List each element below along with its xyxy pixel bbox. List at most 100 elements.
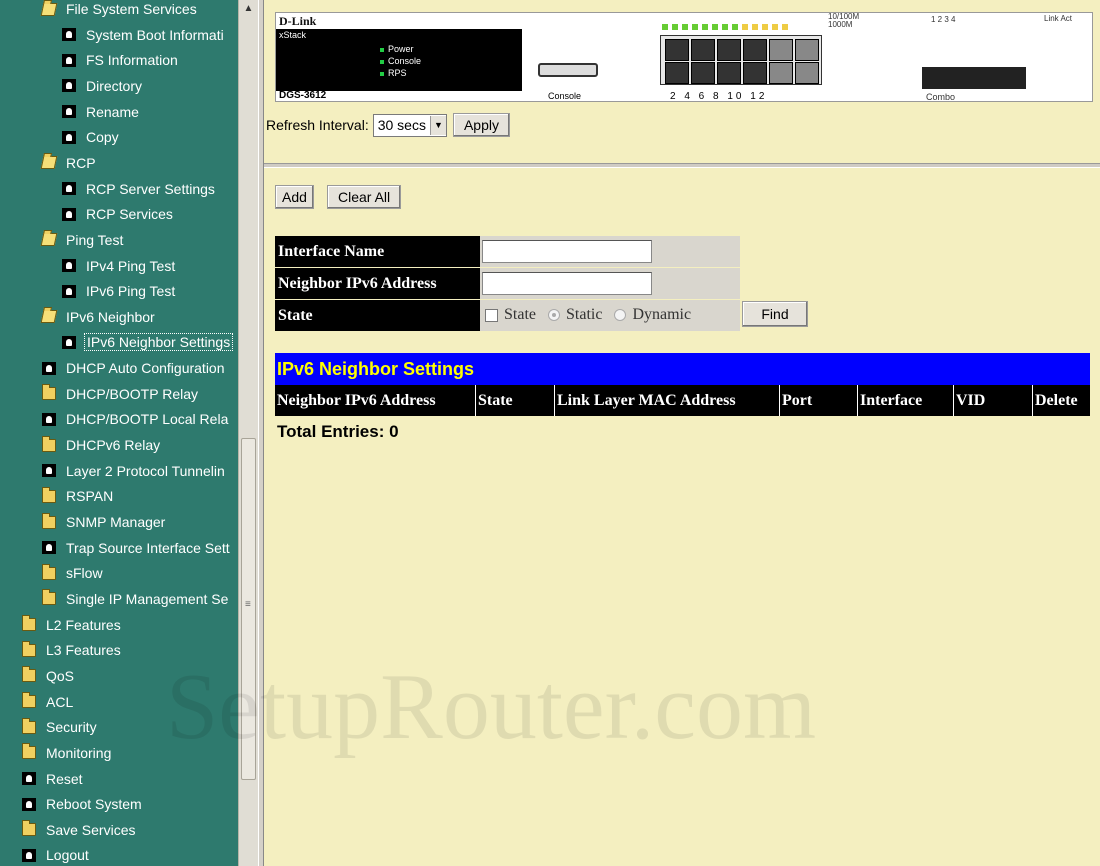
sidebar-scrollbar[interactable]: ▲ ≡ (238, 0, 258, 866)
port-icon[interactable] (665, 62, 689, 84)
sidebar-item-copy[interactable]: Copy (62, 126, 119, 148)
ipv6-neighbor-settings-title: IPv6 Neighbor Settings (275, 353, 1090, 385)
sidebar-item-label: SNMP Manager (66, 514, 166, 530)
sidebar-item-ping-test[interactable]: Ping Test (40, 229, 123, 251)
sidebar-item-label: IPv6 Neighbor Settings (84, 333, 234, 352)
sidebar-item-ipv6-neighbor-settings[interactable]: IPv6 Neighbor Settings (62, 331, 234, 353)
sidebar-item-l2-features[interactable]: L2 Features (22, 614, 121, 636)
static-radio[interactable] (548, 309, 560, 321)
port-icon[interactable] (665, 39, 689, 61)
folder-icon (42, 435, 56, 452)
folder-icon (22, 692, 36, 709)
sidebar-item-dhcp-bootp-relay[interactable]: DHCP/BOOTP Relay (42, 383, 198, 405)
sidebar-item-sflow[interactable]: sFlow (42, 562, 103, 584)
folder-open-icon (40, 2, 58, 16)
sidebar-item-rspan[interactable]: RSPAN (42, 485, 113, 507)
sidebar-item-rcp[interactable]: RCP (40, 152, 96, 174)
port-numbers: 2 4 6 8 10 12 (670, 91, 768, 102)
sidebar-item-ipv4-ping-test[interactable]: IPv4 Ping Test (62, 255, 175, 277)
speed-legend: 10/100M 1000M (828, 12, 860, 29)
scroll-up-arrow-icon[interactable]: ▲ (239, 0, 258, 18)
sidebar-item-rcp-server-settings[interactable]: RCP Server Settings (62, 178, 215, 200)
port-icon[interactable] (795, 39, 819, 61)
state-options: State Static Dynamic (485, 306, 691, 324)
sidebar-item-label: RCP Server Settings (86, 180, 215, 197)
brand-logo: D-Link (279, 14, 317, 28)
sidebar-item-label: Layer 2 Protocol Tunnelin (66, 462, 225, 479)
page-icon (62, 335, 76, 349)
sidebar-item-dhcp-bootp-local-rela[interactable]: DHCP/BOOTP Local Rela (42, 408, 228, 430)
sidebar-item-label: FS Information (86, 52, 178, 69)
sidebar-item-layer-2-protocol-tunnelin[interactable]: Layer 2 Protocol Tunnelin (42, 460, 225, 482)
column-header-vid: VID (953, 385, 1032, 416)
folder-icon (42, 512, 56, 529)
sidebar-item-trap-source-interface-sett[interactable]: Trap Source Interface Sett (42, 537, 230, 559)
sidebar-item-single-ip-management-se[interactable]: Single IP Management Se (42, 588, 228, 610)
sidebar-item-label: IPv4 Ping Test (86, 257, 176, 274)
sidebar-item-label: L3 Features (46, 642, 121, 659)
page-icon (62, 28, 76, 42)
page-icon (22, 848, 36, 862)
rps-led: RPS (380, 67, 421, 79)
port-led-row (662, 17, 832, 30)
port-icon[interactable] (717, 62, 741, 84)
sidebar-item-rename[interactable]: Rename (62, 101, 139, 123)
column-header-delete: Delete (1032, 385, 1090, 416)
sidebar-item-system-boot-informati[interactable]: System Boot Informati (62, 24, 224, 46)
sidebar-item-qos[interactable]: QoS (22, 665, 74, 687)
sidebar-item-save-services[interactable]: Save Services (22, 819, 135, 841)
port-icon[interactable] (769, 39, 793, 61)
scrollbar-thumb[interactable]: ≡ (241, 438, 256, 780)
device-model: DGS-3612 (279, 90, 327, 101)
stack-label: xStack (279, 30, 307, 40)
sidebar-item-rcp-services[interactable]: RCP Services (62, 203, 173, 225)
sidebar-item-label: Reboot System (46, 796, 142, 813)
chevron-down-icon[interactable]: ▼ (429, 115, 446, 135)
sidebar-item-monitoring[interactable]: Monitoring (22, 742, 111, 764)
folder-icon (22, 640, 36, 657)
port-icon[interactable] (691, 62, 715, 84)
dynamic-radio[interactable] (614, 309, 627, 321)
clear-all-button[interactable]: Clear All (327, 185, 402, 209)
port-icon[interactable] (769, 62, 793, 84)
console-led: Console (380, 55, 421, 67)
sidebar-item-ipv6-neighbor[interactable]: IPv6 Neighbor (40, 306, 155, 328)
neighbor-ipv6-address-input[interactable] (482, 272, 652, 295)
device-front-panel: D-Link xStack Power Console RPS DGS-3612… (275, 12, 1093, 102)
interface-name-input[interactable] (482, 240, 652, 263)
sidebar-item-label: DHCP/BOOTP Relay (66, 385, 198, 402)
page-icon (42, 541, 56, 555)
sidebar-item-fs-information[interactable]: FS Information (62, 49, 178, 71)
page-icon (22, 797, 36, 811)
sidebar-item-snmp-manager[interactable]: SNMP Manager (42, 511, 165, 533)
add-button[interactable]: Add (275, 185, 314, 209)
sidebar-item-l3-features[interactable]: L3 Features (22, 639, 121, 661)
sidebar-item-directory[interactable]: Directory (62, 75, 142, 97)
sidebar-item-label: Rename (86, 103, 139, 120)
port-icon[interactable] (717, 39, 741, 61)
sidebar-item-dhcp-auto-configuration[interactable]: DHCP Auto Configuration (42, 357, 225, 379)
sidebar-item-dhcpv6-relay[interactable]: DHCPv6 Relay (42, 434, 160, 456)
port-icon[interactable] (795, 62, 819, 84)
find-button[interactable]: Find (742, 301, 808, 327)
port-icon[interactable] (743, 39, 767, 61)
refresh-interval-select[interactable]: 30 secs ▼ (372, 113, 447, 137)
column-header-neighbor-ipv6-address: Neighbor IPv6 Address (277, 392, 436, 409)
sidebar-item-security[interactable]: Security (22, 716, 97, 738)
sidebar-item-reset[interactable]: Reset (22, 768, 83, 790)
port-icon[interactable] (743, 62, 767, 84)
console-port-icon (538, 63, 598, 77)
sidebar-item-label: RSPAN (66, 488, 114, 505)
combo-port-numbers: 1 2 3 4 (931, 15, 956, 24)
sidebar-item-file-system-services[interactable]: File System Services (40, 0, 197, 20)
sidebar-item-label: L2 Features (46, 616, 121, 633)
apply-button[interactable]: Apply (452, 113, 510, 137)
settings-table-header: Neighbor IPv6 Address State Link Layer M… (275, 385, 1090, 416)
ethernet-ports (660, 35, 822, 85)
port-icon[interactable] (691, 39, 715, 61)
state-checkbox[interactable] (485, 308, 498, 322)
sidebar-item-logout[interactable]: Logout (22, 844, 89, 866)
sidebar-item-ipv6-ping-test[interactable]: IPv6 Ping Test (62, 280, 175, 302)
sidebar-item-acl[interactable]: ACL (22, 691, 73, 713)
sidebar-item-reboot-system[interactable]: Reboot System (22, 793, 142, 815)
